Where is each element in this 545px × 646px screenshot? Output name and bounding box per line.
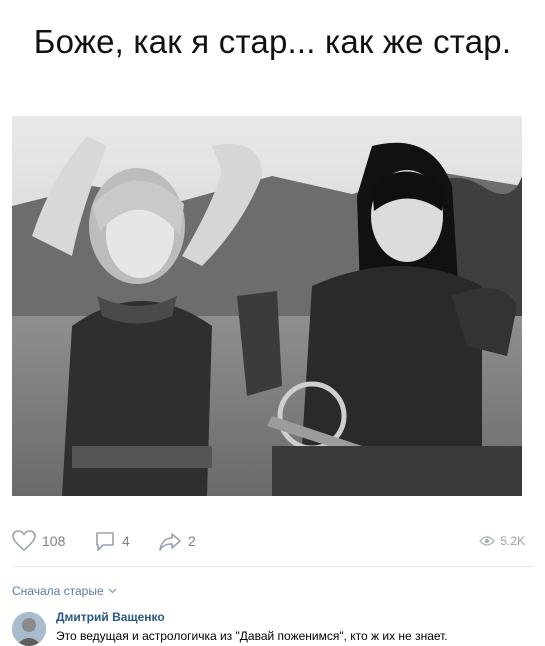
views-counter: 5.2K xyxy=(479,534,525,548)
post-actions: 108 4 2 5.2K xyxy=(0,522,545,562)
chevron-down-icon xyxy=(108,588,117,594)
comment-item: Дмитрий Ващенко Это ведущая и астрологич… xyxy=(12,608,537,646)
like-count: 108 xyxy=(42,533,66,549)
divider xyxy=(12,566,533,567)
post-photo[interactable] xyxy=(12,116,522,496)
views-count: 5.2K xyxy=(500,534,525,548)
comment-author-link[interactable]: Дмитрий Ващенко xyxy=(56,610,165,624)
post-caption: Боже, как я стар... как же стар. xyxy=(33,23,512,60)
heart-icon xyxy=(12,530,36,552)
share-count: 2 xyxy=(188,533,196,549)
avatar-image xyxy=(12,612,46,646)
comment-icon xyxy=(96,532,114,551)
like-button[interactable]: 108 xyxy=(12,528,65,554)
comment-sort-label: Сначала старые xyxy=(12,584,104,598)
eye-icon xyxy=(479,536,496,546)
comment-button[interactable]: 4 xyxy=(94,528,130,554)
avatar[interactable] xyxy=(12,612,46,646)
share-icon xyxy=(159,533,181,551)
comment-text: Это ведущая и астрологичка из "Давай пож… xyxy=(56,629,448,643)
share-button[interactable]: 2 xyxy=(158,528,196,554)
comment-count: 4 xyxy=(122,533,130,549)
comment-sort-dropdown[interactable]: Сначала старые xyxy=(12,584,117,598)
photo-illustration xyxy=(12,116,522,496)
